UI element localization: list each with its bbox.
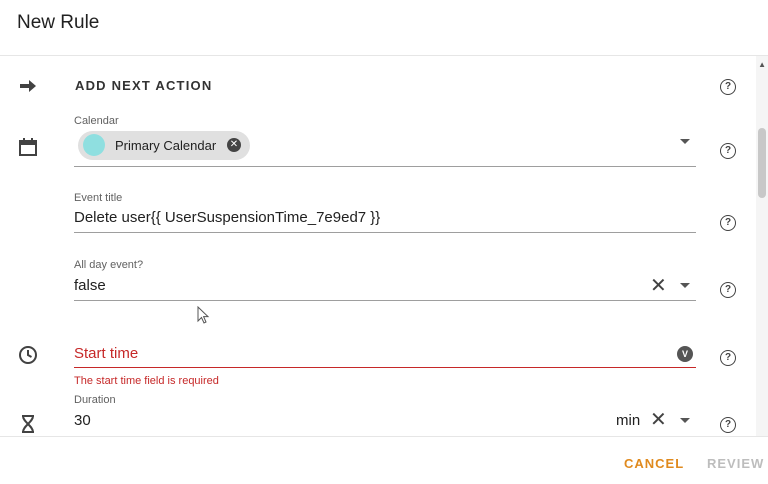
close-icon[interactable]: ✕ [227, 138, 241, 152]
start-time-error: The start time field is required [74, 375, 219, 387]
all-day-select[interactable]: false [74, 277, 106, 294]
arrow-right-icon [20, 80, 36, 92]
clock-icon [19, 346, 37, 364]
all-day-underline [74, 300, 696, 301]
dialog-header: New Rule [0, 0, 768, 56]
scrollbar[interactable] [756, 56, 768, 436]
help-icon[interactable]: ? [720, 282, 736, 298]
calendar-icon [19, 138, 37, 156]
scrollbar-thumb[interactable] [758, 128, 766, 198]
duration-unit: min [616, 412, 641, 429]
dialog-footer: CANCEL REVIEW [0, 436, 768, 484]
chevron-down-icon[interactable] [680, 283, 690, 288]
calendar-chip-label: Primary Calendar [115, 138, 217, 153]
calendar-label: Calendar [74, 115, 119, 127]
review-button[interactable]: REVIEW [707, 456, 764, 471]
calendar-underline [74, 166, 696, 167]
chevron-down-icon[interactable] [680, 418, 690, 423]
help-icon[interactable]: ? [720, 79, 736, 95]
event-title-label: Event title [74, 192, 123, 204]
start-time-input[interactable]: Start time [74, 345, 138, 362]
clear-icon[interactable]: ✕ [650, 410, 667, 430]
chevron-down-icon[interactable] [680, 139, 690, 144]
calendar-chip[interactable]: Primary Calendar ✕ [78, 131, 250, 160]
duration-input[interactable]: 30 [74, 412, 91, 429]
dialog-title: New Rule [17, 12, 100, 33]
help-icon[interactable]: ? [720, 215, 736, 231]
event-title-underline [74, 232, 696, 233]
calendar-color-dot [83, 134, 105, 156]
help-icon[interactable]: ? [720, 417, 736, 433]
mouse-cursor-icon [197, 306, 210, 324]
clear-icon[interactable]: ✕ [650, 276, 667, 296]
all-day-label: All day event? [74, 259, 144, 271]
cancel-button[interactable]: CANCEL [624, 456, 684, 471]
duration-label: Duration [74, 394, 116, 406]
help-icon[interactable]: ? [720, 143, 736, 159]
hourglass-icon [22, 415, 34, 433]
scroll-up-icon[interactable]: ▲ [758, 60, 766, 69]
start-time-underline [74, 367, 696, 368]
variable-icon[interactable]: V [677, 346, 693, 362]
add-next-action-label[interactable]: ADD NEXT ACTION [75, 78, 212, 93]
event-title-input[interactable]: Delete user{{ UserSuspensionTime_7e9ed7 … [74, 209, 380, 226]
help-icon[interactable]: ? [720, 350, 736, 366]
